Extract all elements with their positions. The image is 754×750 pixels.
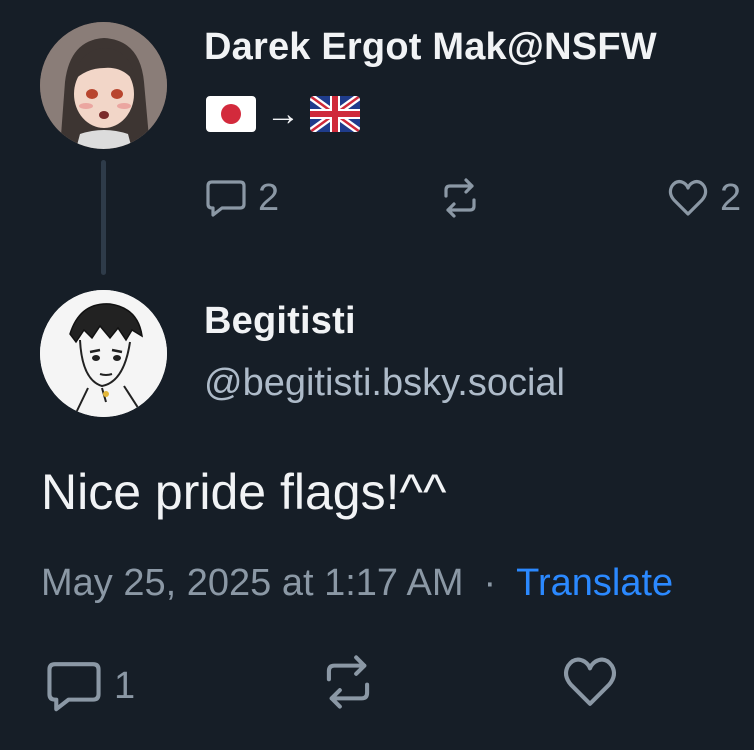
like-button[interactable] <box>560 652 620 712</box>
heart-icon <box>563 657 617 706</box>
comment-icon <box>206 180 246 217</box>
reply-button[interactable]: 1 <box>44 656 135 716</box>
translate-link[interactable]: Translate <box>516 562 673 604</box>
heart-icon <box>668 179 708 216</box>
parent-author-avatar[interactable] <box>40 22 167 149</box>
post-text: Nice pride flags!^^ <box>41 464 447 520</box>
repost-icon <box>444 178 476 218</box>
parent-repost-button[interactable] <box>438 176 482 220</box>
parent-author-bio: → <box>206 94 360 134</box>
parent-author-name[interactable]: Darek Ergot Mak@NSFW <box>204 26 657 69</box>
repost-icon <box>326 655 370 709</box>
meta-separator: · <box>483 562 497 604</box>
post-meta: May 25, 2025 at 1:17 AM · Translate <box>41 562 673 605</box>
thread-connector-line <box>101 160 106 275</box>
reply-author-avatar[interactable] <box>40 290 167 417</box>
post-timestamp: May 25, 2025 at 1:17 AM <box>41 562 464 604</box>
repost-button[interactable] <box>318 652 378 712</box>
parent-like-button[interactable]: 2 <box>666 176 741 220</box>
parent-like-count: 2 <box>720 176 742 219</box>
uk-flag-icon <box>310 96 360 132</box>
parent-reply-button[interactable]: 2 <box>204 176 279 220</box>
reply-author-name[interactable]: Begitisti <box>204 300 356 343</box>
japan-flag-icon <box>206 96 256 132</box>
parent-reply-count: 2 <box>258 176 280 219</box>
comment-icon <box>47 662 101 712</box>
reply-author-handle[interactable]: @begitisti.bsky.social <box>204 362 565 405</box>
bio-arrow: → <box>266 95 300 133</box>
reply-count: 1 <box>114 664 136 707</box>
